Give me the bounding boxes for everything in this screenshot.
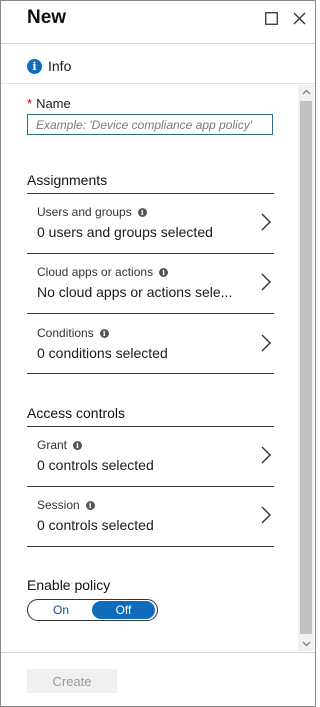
conditions-info-icon[interactable]: i xyxy=(99,328,109,338)
cloud-apps-info-icon[interactable]: i xyxy=(159,267,169,277)
info-label: Info xyxy=(48,58,72,74)
access-controls-heading: Access controls xyxy=(27,405,126,421)
title-divider xyxy=(1,43,315,44)
assignments-heading: Assignments xyxy=(27,172,108,188)
session-info-icon[interactable]: i xyxy=(85,500,95,510)
info-icon: i xyxy=(27,58,42,74)
chevron-right-icon xyxy=(261,506,271,524)
scroll-thumb[interactable] xyxy=(300,101,312,634)
session-row[interactable]: Session i 0 controls selected xyxy=(27,487,274,545)
users-and-groups-row[interactable]: Users and groups i 0 users and groups se… xyxy=(27,194,274,252)
maximize-icon[interactable] xyxy=(261,8,281,28)
chevron-right-icon xyxy=(261,446,271,464)
users-and-groups-label: Users and groups xyxy=(37,205,132,219)
row-divider xyxy=(27,373,274,374)
conditions-label: Conditions xyxy=(37,326,94,340)
scroll-up-icon[interactable] xyxy=(298,85,314,99)
required-marker: * xyxy=(27,96,33,111)
name-input[interactable] xyxy=(27,114,273,135)
cloud-apps-row[interactable]: Cloud apps or actions i No cloud apps or… xyxy=(27,254,274,312)
toggle-option-off[interactable]: Off xyxy=(92,601,155,619)
new-policy-panel: New i Info *Name Assignments Users and g… xyxy=(0,0,316,707)
conditions-label-wrap: Conditions i xyxy=(37,326,109,340)
chevron-right-icon xyxy=(261,213,271,231)
cloud-apps-label-wrap: Cloud apps or actions i xyxy=(37,265,169,279)
chevron-right-icon xyxy=(261,334,271,352)
create-button[interactable]: Create xyxy=(27,669,117,693)
users-and-groups-value: 0 users and groups selected xyxy=(37,224,213,240)
users-and-groups-info-icon[interactable]: i xyxy=(137,207,147,217)
name-label-text: Name xyxy=(36,96,71,111)
scroll-down-icon[interactable] xyxy=(298,637,314,651)
session-label-wrap: Session i xyxy=(37,498,95,512)
info-link[interactable]: i Info xyxy=(27,57,71,75)
grant-row[interactable]: Grant i 0 controls selected xyxy=(27,427,274,485)
panel-title: New xyxy=(27,7,67,28)
users-and-groups-label-wrap: Users and groups i xyxy=(37,205,147,219)
cloud-apps-label: Cloud apps or actions xyxy=(37,265,154,279)
session-value: 0 controls selected xyxy=(37,517,154,533)
vertical-scrollbar[interactable] xyxy=(298,85,314,651)
info-divider xyxy=(1,83,315,84)
grant-info-icon[interactable]: i xyxy=(73,440,83,450)
row-divider xyxy=(27,313,274,314)
enable-policy-toggle[interactable]: On Off xyxy=(27,599,158,621)
footer-divider xyxy=(1,652,315,653)
cloud-apps-value: No cloud apps or actions sele... xyxy=(37,284,233,300)
row-divider xyxy=(27,546,274,547)
session-label: Session xyxy=(37,498,80,512)
conditions-value: 0 conditions selected xyxy=(37,345,168,361)
chevron-right-icon xyxy=(261,273,271,291)
toggle-option-on[interactable]: On xyxy=(30,601,92,619)
grant-label: Grant xyxy=(37,438,68,452)
title-bar: New xyxy=(1,1,315,37)
grant-value: 0 controls selected xyxy=(37,457,154,473)
grant-label-wrap: Grant i xyxy=(37,438,83,452)
close-icon[interactable] xyxy=(289,8,309,28)
conditions-row[interactable]: Conditions i 0 conditions selected xyxy=(27,315,274,373)
name-label: * Name xyxy=(27,96,71,111)
enable-policy-label: Enable policy xyxy=(27,577,111,593)
